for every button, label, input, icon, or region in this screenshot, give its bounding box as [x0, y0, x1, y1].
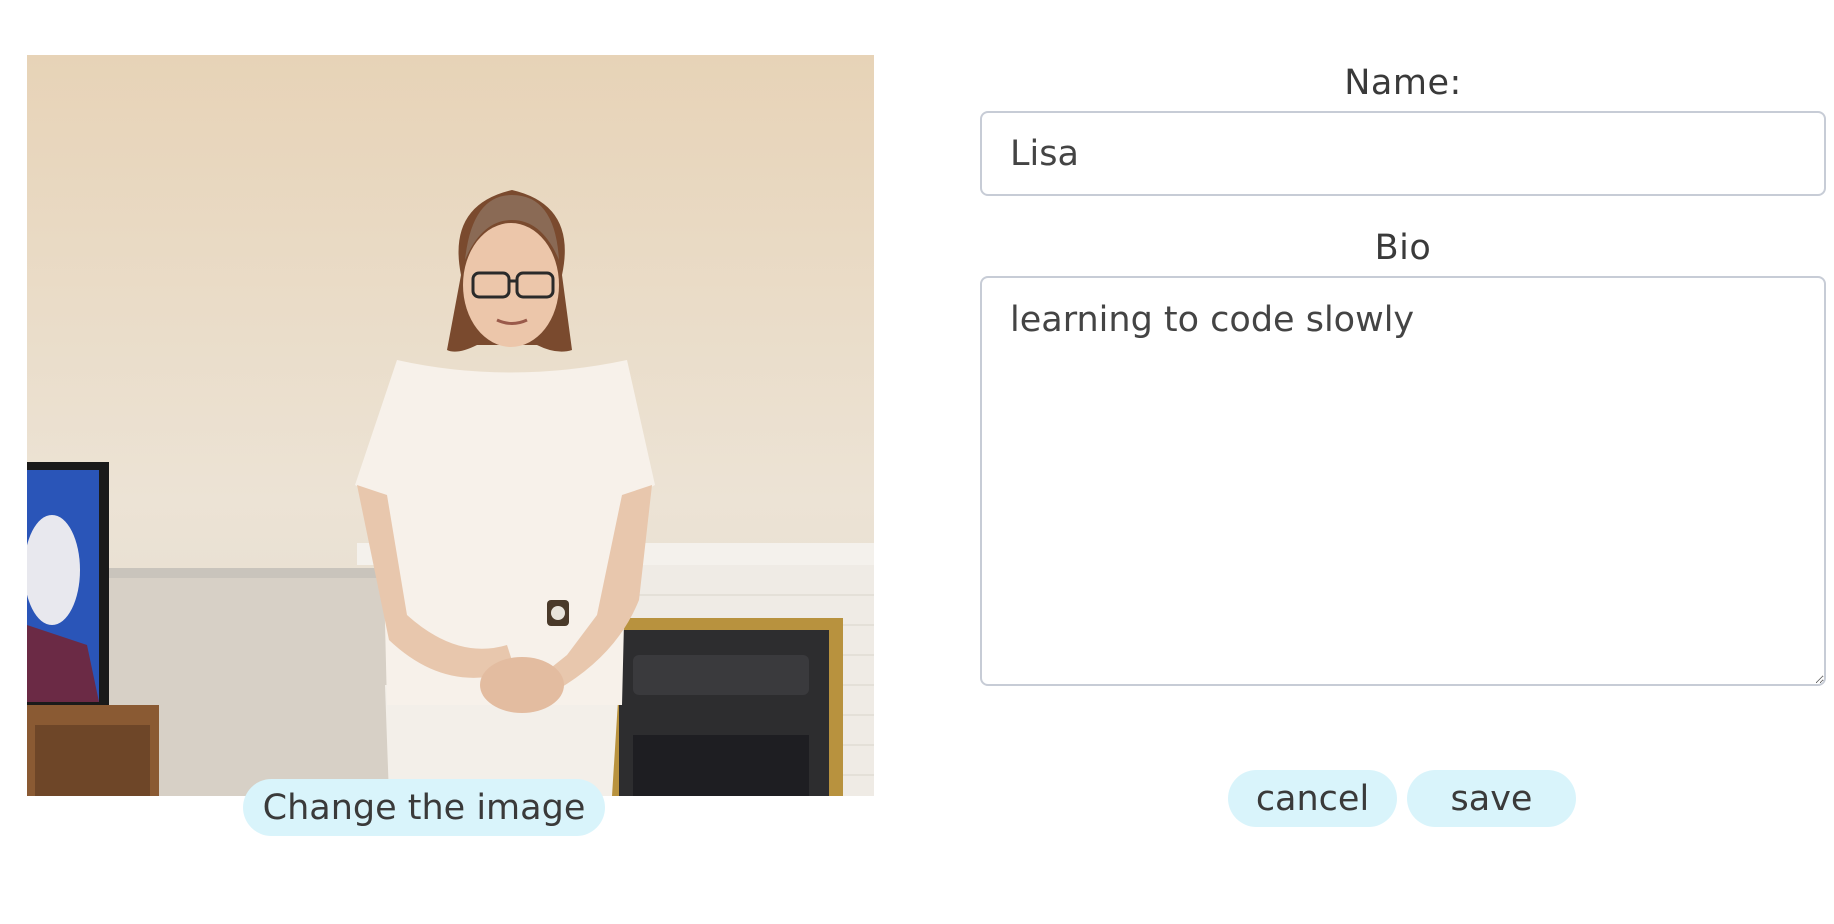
name-input[interactable]: [980, 111, 1826, 196]
save-button[interactable]: save: [1407, 770, 1576, 827]
form-actions: cancel save: [1228, 770, 1576, 827]
bio-label: Bio: [1374, 228, 1432, 268]
profile-photo-section: [27, 55, 874, 796]
bio-textarea[interactable]: learning to code slowly: [980, 276, 1826, 686]
profile-form: Name: Bio learning to code slowly cancel…: [980, 55, 1826, 827]
name-label: Name:: [1344, 63, 1462, 103]
profile-photo-image: [27, 55, 874, 796]
change-image-button[interactable]: Change the image: [243, 779, 605, 836]
cancel-button[interactable]: cancel: [1228, 770, 1397, 827]
profile-photo: [27, 55, 874, 796]
